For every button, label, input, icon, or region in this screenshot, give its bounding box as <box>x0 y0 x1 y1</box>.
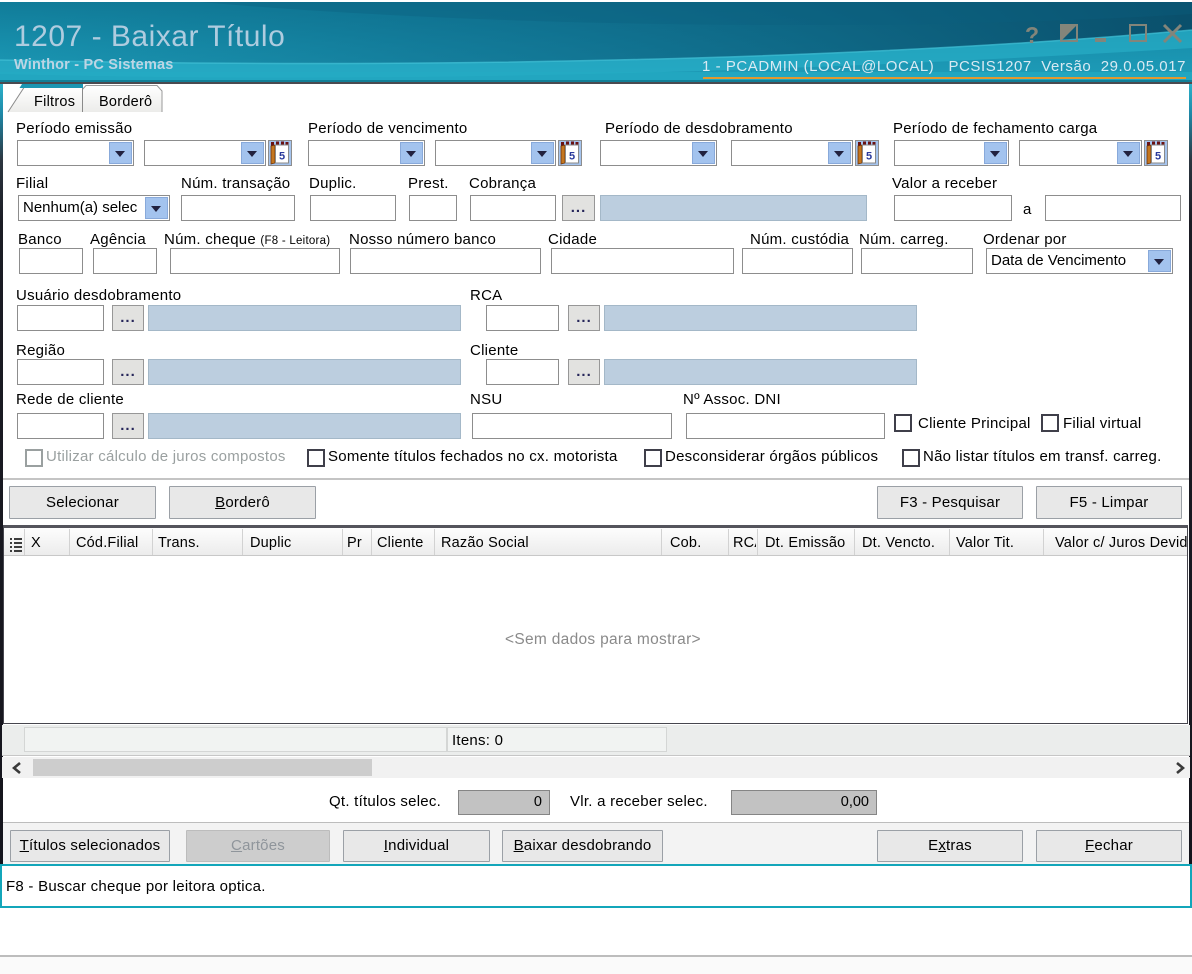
svg-text:5: 5 <box>279 151 285 163</box>
svg-text:?: ? <box>1025 22 1039 46</box>
svg-text:5: 5 <box>866 151 872 163</box>
svg-text:5: 5 <box>569 151 575 163</box>
svg-text:5: 5 <box>1155 151 1161 163</box>
